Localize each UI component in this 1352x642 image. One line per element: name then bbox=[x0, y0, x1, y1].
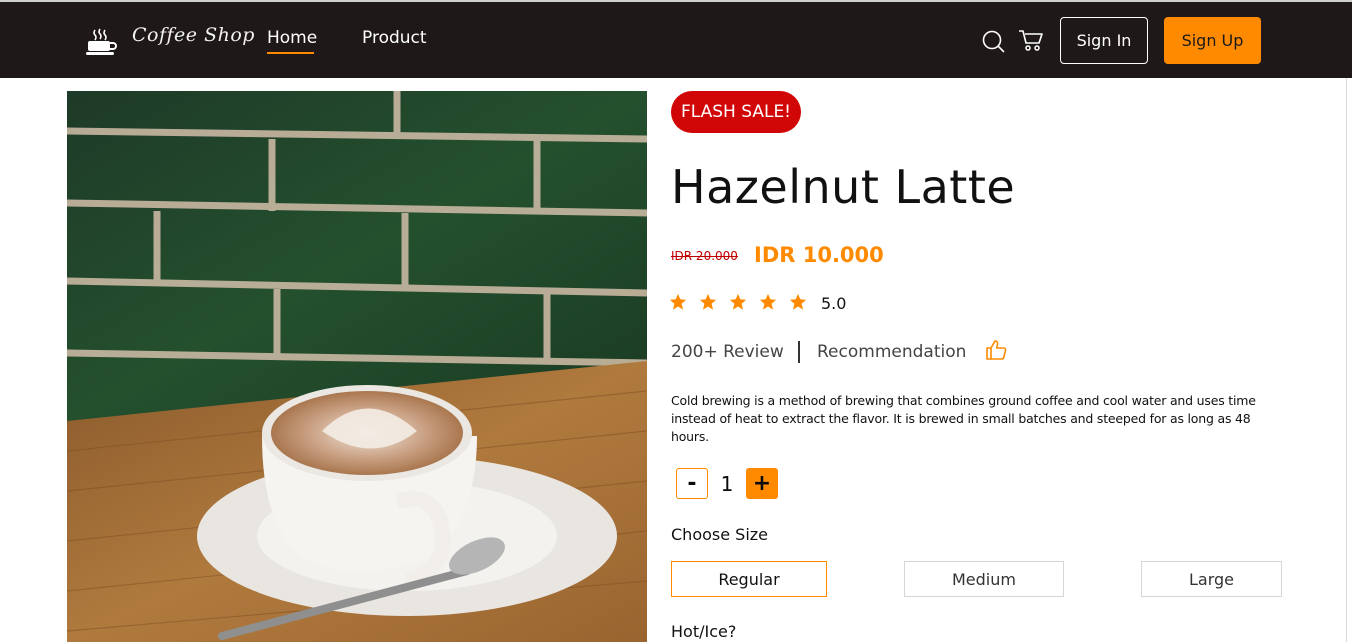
star-icon bbox=[729, 293, 747, 310]
sign-up-button[interactable]: Sign Up bbox=[1164, 17, 1261, 64]
quantity-increase-button[interactable]: + bbox=[746, 468, 778, 499]
search-icon[interactable] bbox=[981, 29, 1005, 53]
recommendation-label: Recommendation bbox=[817, 342, 967, 362]
choose-size-label: Choose Size bbox=[671, 525, 768, 544]
active-nav-underline bbox=[267, 52, 314, 54]
star-icon bbox=[669, 293, 687, 310]
thumbs-up-icon[interactable] bbox=[985, 338, 1009, 362]
star-icon bbox=[759, 293, 777, 310]
size-option-medium[interactable]: Medium bbox=[904, 561, 1064, 597]
cart-icon[interactable] bbox=[1018, 28, 1044, 52]
product-image bbox=[67, 91, 647, 642]
review-divider bbox=[798, 341, 800, 363]
nav-product[interactable]: Product bbox=[362, 28, 427, 48]
star-rating bbox=[669, 293, 807, 311]
size-option-regular[interactable]: Regular bbox=[671, 561, 827, 597]
hot-ice-label: Hot/Ice? bbox=[671, 622, 737, 641]
sale-price: IDR 10.000 bbox=[754, 243, 884, 267]
size-option-large[interactable]: Large bbox=[1141, 561, 1282, 597]
sign-in-button[interactable]: Sign In bbox=[1060, 17, 1148, 64]
star-icon bbox=[699, 293, 717, 310]
nav-home[interactable]: Home bbox=[267, 28, 317, 48]
product-title: Hazelnut Latte bbox=[671, 160, 1016, 214]
brand-name[interactable]: Coffee Shop bbox=[132, 24, 255, 46]
flash-sale-badge: FLASH SALE! bbox=[671, 91, 801, 133]
product-description: Cold brewing is a method of brewing that… bbox=[671, 393, 1256, 444]
quantity-value[interactable]: 1 bbox=[708, 468, 746, 499]
quantity-decrease-button[interactable]: - bbox=[676, 468, 708, 499]
page-scrollbar[interactable] bbox=[1346, 78, 1352, 642]
navbar: Coffee Shop Home Product Sign In Sign Up bbox=[0, 2, 1352, 78]
rating-value: 5.0 bbox=[821, 294, 847, 313]
star-icon bbox=[789, 293, 807, 310]
old-price: IDR 20.000 bbox=[671, 249, 738, 263]
review-count[interactable]: 200+ Review bbox=[671, 342, 784, 362]
coffee-cup-icon bbox=[86, 28, 117, 55]
